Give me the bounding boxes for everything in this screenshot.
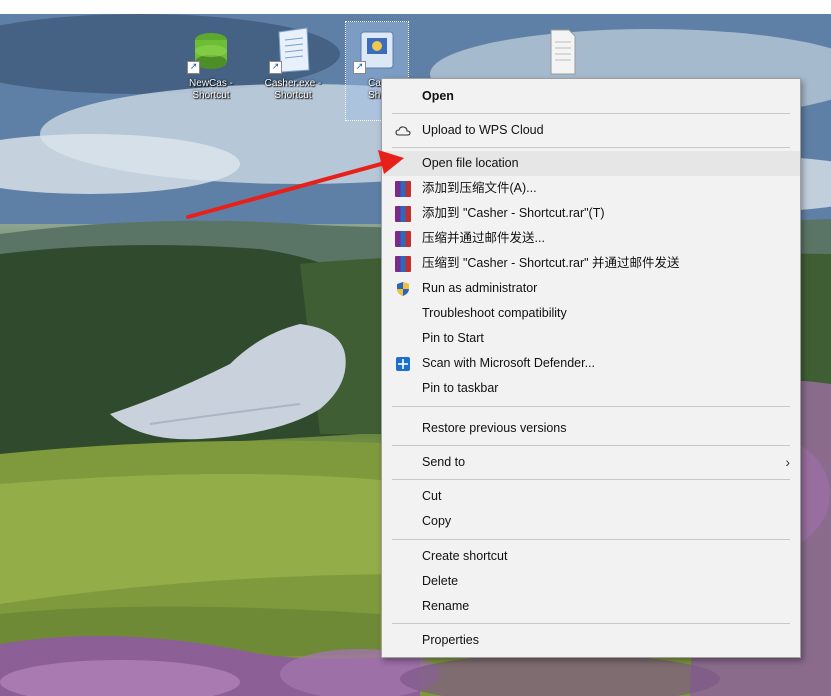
menu-separator bbox=[392, 113, 790, 114]
menu-item-label: Rename bbox=[422, 599, 470, 613]
menu-item-compress-to-rar-and-email[interactable]: 压缩到 "Casher - Shortcut.rar" 并通过邮件发送 bbox=[382, 251, 800, 276]
winrar-icon bbox=[395, 181, 411, 197]
menu-item-cut[interactable]: Cut bbox=[382, 484, 800, 509]
desktop-icon-newcas-shortcut[interactable]: ↗ NewCas - Shortcut bbox=[180, 26, 242, 102]
menu-item-label: Open file location bbox=[422, 156, 519, 170]
menu-item-pin-to-taskbar[interactable]: Pin to taskbar bbox=[382, 376, 800, 401]
menu-item-label: Copy bbox=[422, 514, 452, 528]
menu-item-label: 压缩到 "Casher - Shortcut.rar" 并通过邮件发送 bbox=[422, 256, 680, 270]
menu-item-label: Restore previous versions bbox=[422, 421, 567, 435]
notepad-icon: ↗ bbox=[269, 26, 317, 74]
menu-separator bbox=[392, 445, 790, 446]
shortcut-arrow-icon: ↗ bbox=[269, 61, 282, 74]
menu-item-label: Open bbox=[422, 89, 454, 103]
menu-item-label: Pin to Start bbox=[422, 331, 484, 345]
menu-item-label: 压缩并通过邮件发送... bbox=[422, 231, 545, 245]
menu-item-compress-and-email[interactable]: 压缩并通过邮件发送... bbox=[382, 226, 800, 251]
desktop-icon-document[interactable] bbox=[530, 28, 592, 76]
desktop-icon-casher-exe-shortcut[interactable]: ↗ Casher.exe - Shortcut bbox=[262, 26, 324, 102]
menu-item-label: Upload to WPS Cloud bbox=[422, 123, 544, 137]
menu-item-label: Pin to taskbar bbox=[422, 381, 499, 395]
menu-item-label: 添加到压缩文件(A)... bbox=[422, 181, 537, 195]
menu-separator bbox=[392, 147, 790, 148]
green-stack-icon: ↗ bbox=[187, 26, 235, 74]
icon-label-line1: Casher.exe - bbox=[264, 78, 322, 89]
menu-item-copy[interactable]: Copy bbox=[382, 509, 800, 534]
menu-item-rename[interactable]: Rename bbox=[382, 594, 800, 619]
menu-item-label: Send to bbox=[422, 455, 466, 469]
icon-label-line2: Shortcut bbox=[192, 90, 230, 101]
menu-item-label: Troubleshoot compatibility bbox=[422, 306, 567, 320]
menu-item-restore-previous-versions[interactable]: Restore previous versions bbox=[382, 416, 800, 441]
icon-label-line1: NewCas - bbox=[189, 78, 233, 89]
context-menu: Open Upload to WPS Cloud Open file locat… bbox=[381, 78, 801, 658]
icon-label-line2: Shortcut bbox=[274, 90, 312, 101]
chevron-right-icon: › bbox=[785, 454, 790, 470]
menu-item-open[interactable]: Open bbox=[382, 84, 800, 109]
cloud-icon bbox=[395, 123, 411, 139]
menu-item-label: Properties bbox=[422, 633, 479, 647]
menu-separator bbox=[392, 406, 790, 407]
menu-item-create-shortcut[interactable]: Create shortcut bbox=[382, 544, 800, 569]
defender-icon bbox=[395, 356, 411, 372]
winrar-icon bbox=[395, 256, 411, 272]
menu-item-delete[interactable]: Delete bbox=[382, 569, 800, 594]
menu-item-label: Scan with Microsoft Defender... bbox=[422, 356, 595, 370]
menu-item-pin-to-start[interactable]: Pin to Start bbox=[382, 326, 800, 351]
menu-item-run-as-administrator[interactable]: Run as administrator bbox=[382, 276, 800, 301]
winrar-icon bbox=[395, 231, 411, 247]
shortcut-arrow-icon: ↗ bbox=[187, 61, 200, 74]
menu-item-add-to-casher-rar[interactable]: 添加到 "Casher - Shortcut.rar"(T) bbox=[382, 201, 800, 226]
menu-item-label: Run as administrator bbox=[422, 281, 538, 295]
menu-item-label: Create shortcut bbox=[422, 549, 508, 563]
menu-item-label: Cut bbox=[422, 489, 442, 503]
menu-item-properties[interactable]: Properties bbox=[382, 628, 800, 653]
menu-item-send-to[interactable]: Send to › bbox=[382, 450, 800, 475]
menu-item-troubleshoot-compatibility[interactable]: Troubleshoot compatibility bbox=[382, 301, 800, 326]
menu-item-label: 添加到 "Casher - Shortcut.rar"(T) bbox=[422, 206, 605, 220]
menu-item-add-to-archive[interactable]: 添加到压缩文件(A)... bbox=[382, 176, 800, 201]
shield-icon bbox=[395, 281, 411, 297]
menu-item-upload-wps-cloud[interactable]: Upload to WPS Cloud bbox=[382, 118, 800, 143]
shortcut-arrow-icon: ↗ bbox=[353, 61, 366, 74]
menu-separator bbox=[392, 623, 790, 624]
menu-item-label: Delete bbox=[422, 574, 459, 588]
document-icon bbox=[537, 28, 585, 76]
menu-separator bbox=[392, 539, 790, 540]
winrar-icon bbox=[395, 206, 411, 222]
menu-item-scan-with-defender[interactable]: Scan with Microsoft Defender... bbox=[382, 351, 800, 376]
app-shortcut-icon: ↗ bbox=[353, 26, 401, 74]
menu-item-open-file-location[interactable]: Open file location bbox=[382, 151, 800, 176]
menu-separator bbox=[392, 479, 790, 480]
